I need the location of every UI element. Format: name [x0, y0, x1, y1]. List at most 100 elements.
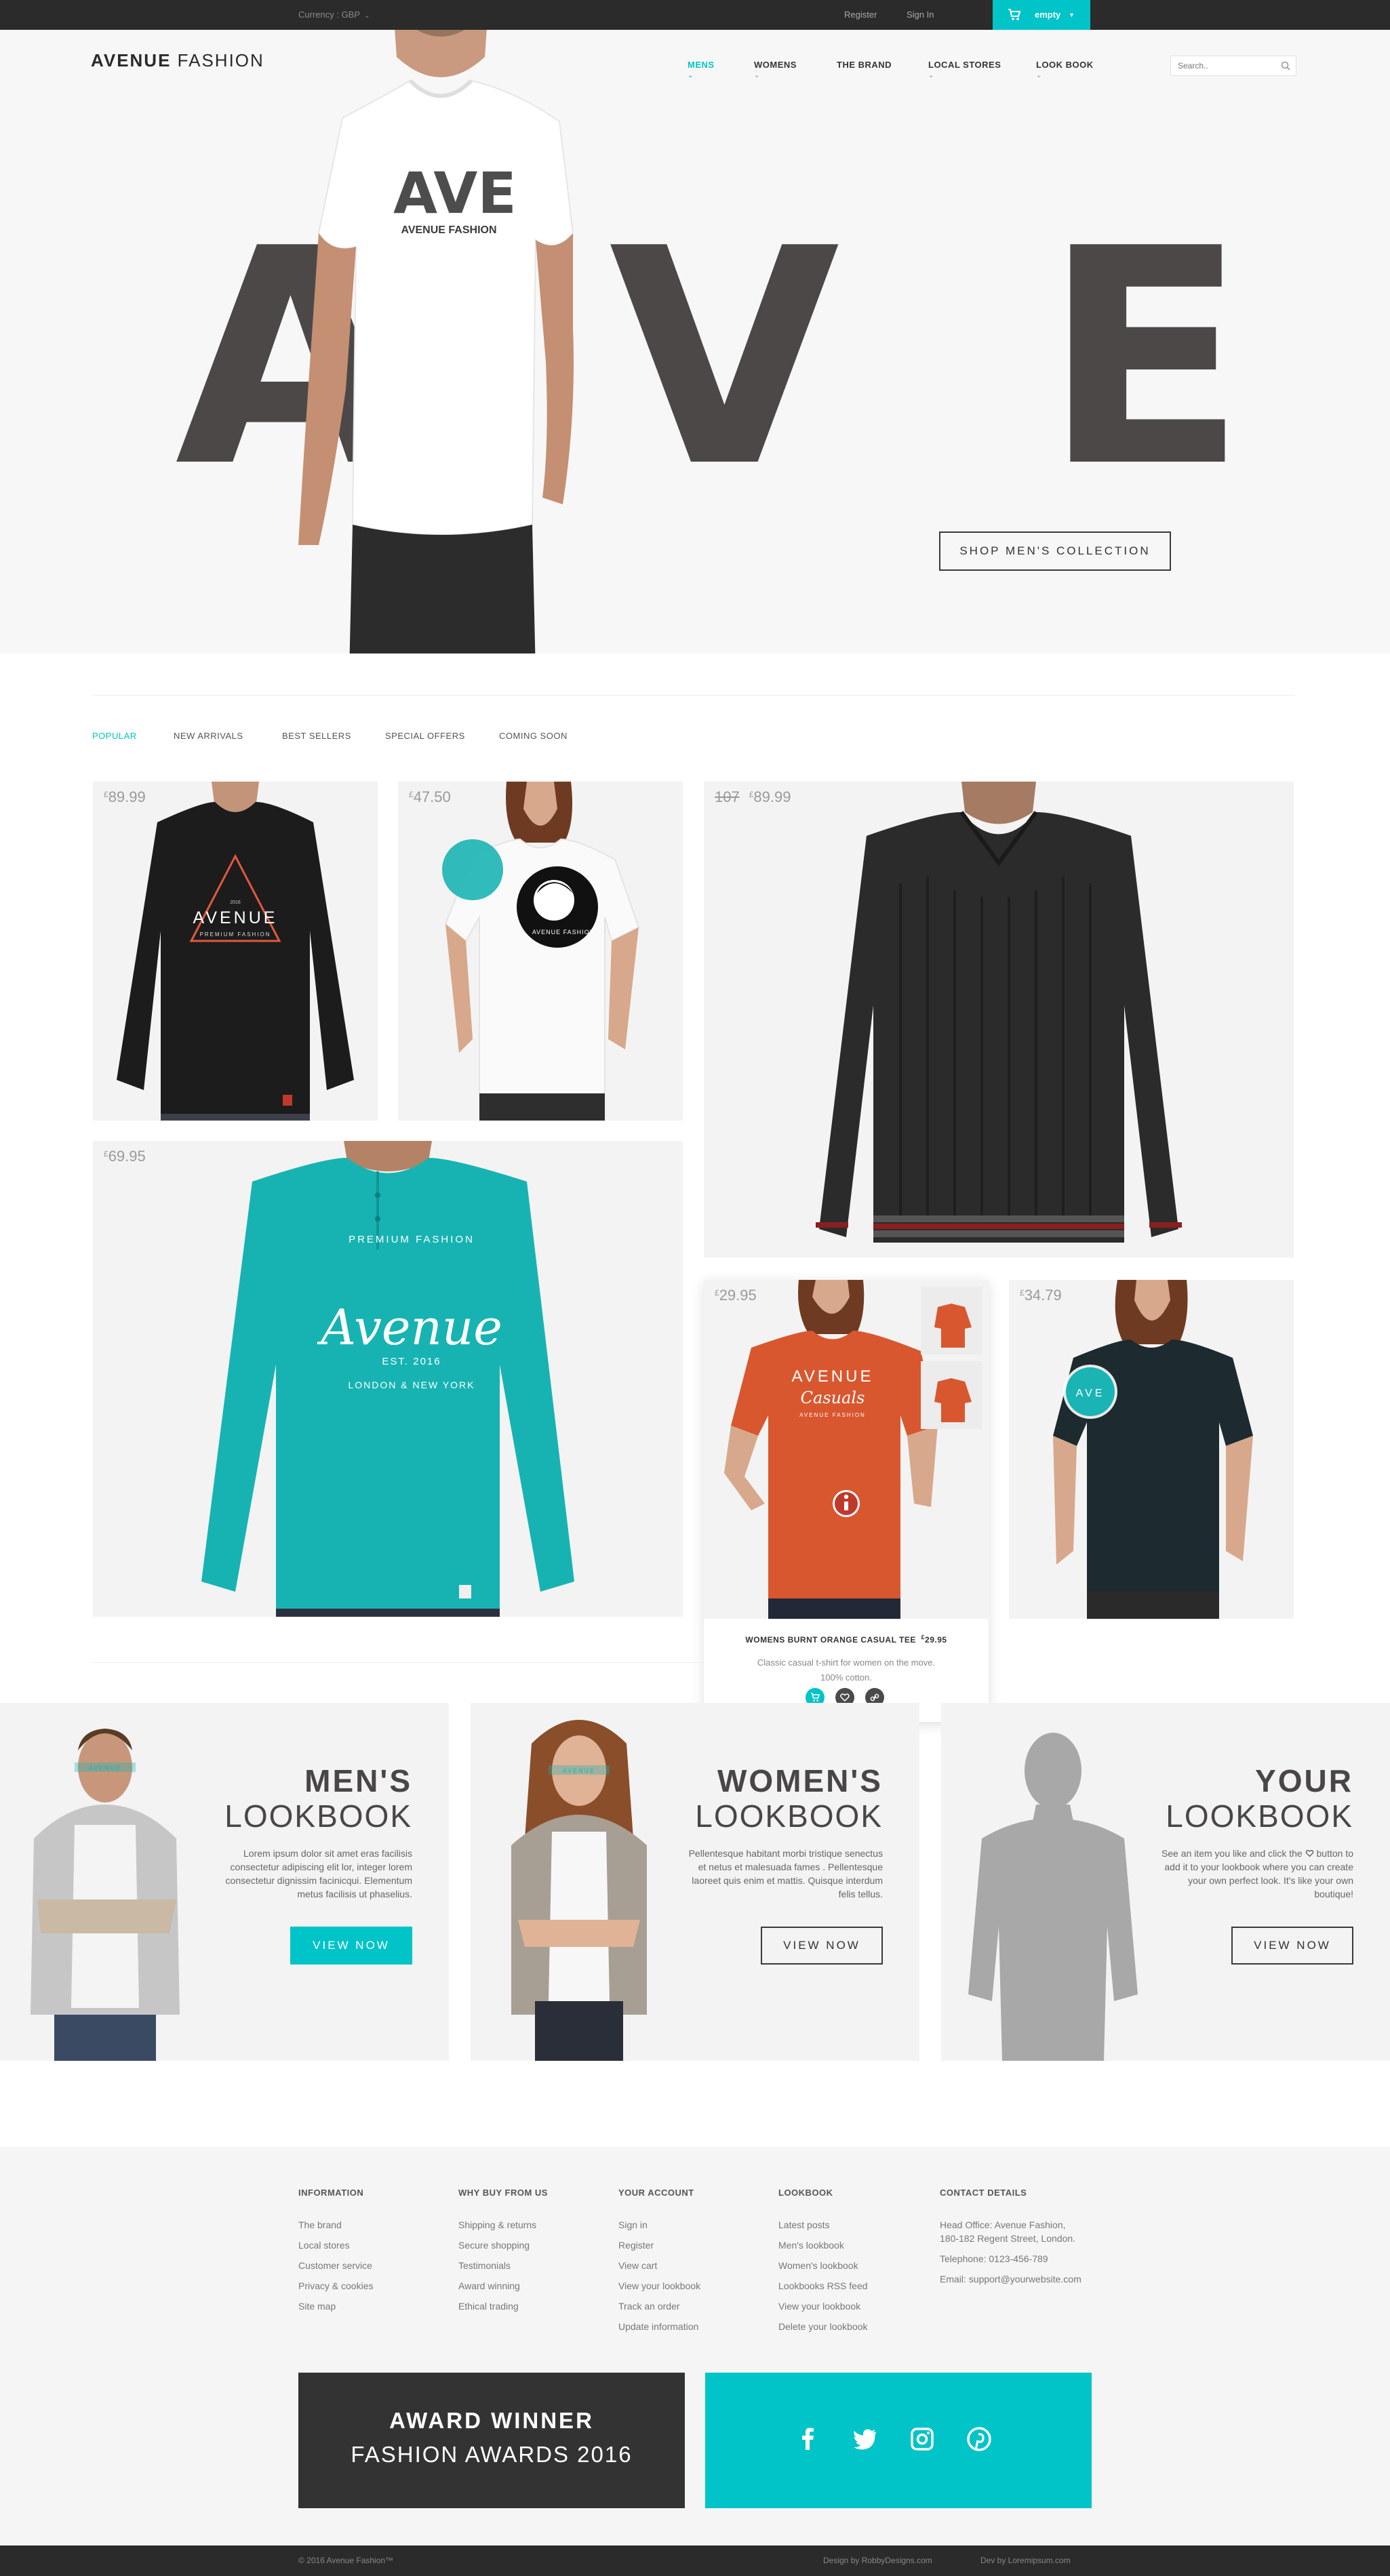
footer-link[interactable]: View your lookbook — [618, 2279, 774, 2299]
hero-letter: E — [1043, 185, 1247, 532]
womens-lookbook-panel: AVENUE WOMEN'S LOOKBOOK Pellentesque hab… — [471, 1703, 919, 2061]
tab-best-sellers[interactable]: BEST SELLERS — [282, 731, 351, 741]
bottom-bar: © 2016 Avenue Fashion™ Design by RobbyDe… — [0, 2545, 1390, 2576]
nav-label: WOMENS — [754, 60, 797, 70]
product-image: PREMIUM FASHION Avenue EST. 2016 LONDON … — [201, 1141, 574, 1617]
product-card[interactable]: 2016 AVENUE PREMIUM FASHION £89.99 — [93, 782, 378, 1121]
print-badge: AVE — [1076, 1388, 1105, 1399]
womens-view-now-button[interactable]: VIEW NOW — [761, 1927, 883, 1965]
your-lookbook-view-now-button[interactable]: VIEW NOW — [1231, 1927, 1353, 1965]
contact-email-link[interactable]: Email: support@yourwebsite.com — [940, 2272, 1116, 2286]
top-bar: Currency : GBP ⌄ Register Sign In empty ▼ — [0, 0, 1390, 30]
search-input[interactable] — [1171, 56, 1273, 75]
product-image — [816, 782, 1182, 1243]
product-card[interactable]: AVENUE FASHION £47.50 — [398, 782, 683, 1121]
hero-letter: V — [609, 185, 840, 532]
instagram-icon[interactable] — [909, 2426, 936, 2453]
currency-label: Currency : GBP — [298, 9, 361, 20]
footer-link[interactable]: Latest posts — [778, 2218, 934, 2238]
footer-heading: INFORMATION — [298, 2188, 364, 2198]
footer-link[interactable]: Local stores — [298, 2238, 454, 2259]
nav-label: LOOK BOOK — [1036, 60, 1094, 70]
nav-label: LOCAL STORES — [928, 60, 1001, 70]
chevron-down-icon: ⌄ — [1036, 72, 1042, 79]
old-price: 107 — [715, 788, 740, 805]
footer-link[interactable]: Ethical trading — [458, 2299, 614, 2320]
lookbook-title: YOUR — [1255, 1763, 1353, 1798]
facebook-icon[interactable] — [795, 2426, 822, 2453]
your-lookbook-panel: YOUR LOOKBOOK See an item you like and c… — [941, 1703, 1390, 2061]
product-card[interactable]: PREMIUM FASHION Avenue EST. 2016 LONDON … — [93, 1141, 683, 1617]
currency-selector[interactable]: Currency : GBP ⌄ — [298, 0, 370, 30]
footer-link[interactable]: Sign in — [618, 2218, 774, 2238]
product-title[interactable]: WOMENS BURNT ORANGE CASUAL TEE £29.95 — [704, 1634, 989, 1645]
footer-link[interactable]: Customer service — [298, 2259, 454, 2279]
link-icon — [870, 1693, 879, 1702]
design-credit-link[interactable]: Design by RobbyDesigns.com — [823, 2545, 932, 2576]
award-banner: AWARD WINNER FASHION AWARDS 2016 — [298, 2373, 685, 2508]
award-title: AWARD WINNER — [389, 2408, 594, 2433]
search-icon[interactable] — [1281, 61, 1290, 71]
footer-link[interactable]: Men's lookbook — [778, 2238, 934, 2259]
lookbook-subtitle: LOOKBOOK — [695, 1798, 883, 1834]
nav-item-look-book[interactable]: LOOK BOOK ⌄ — [1036, 60, 1094, 79]
footer-link[interactable]: Track an order — [618, 2299, 774, 2320]
footer-link[interactable]: Register — [618, 2238, 774, 2259]
heart-icon — [1305, 1850, 1313, 1857]
tab-popular[interactable]: POPULAR — [92, 731, 137, 741]
footer-link[interactable]: Privacy & cookies — [298, 2279, 454, 2299]
footer-link[interactable]: Testimonials — [458, 2259, 614, 2279]
lookbook-subtitle: LOOKBOOK — [1166, 1798, 1353, 1834]
footer-link[interactable]: Secure shopping — [458, 2238, 614, 2259]
lookbook-text: Lorem ipsum dolor sit amet eras facilisi… — [225, 1848, 412, 1899]
footer-link[interactable]: Shipping & returns — [458, 2218, 614, 2238]
contact-address: Head Office: Avenue Fashion, — [940, 2219, 1066, 2230]
footer-link[interactable]: Delete your lookbook — [778, 2320, 934, 2340]
footer-link[interactable]: The brand — [298, 2218, 454, 2238]
tab-special-offers[interactable]: SPECIAL OFFERS — [385, 731, 465, 741]
product-card[interactable]: 107 £89.99 — [704, 782, 1294, 1257]
cart-button[interactable]: empty ▼ — [993, 0, 1090, 30]
nav-item-womens[interactable]: WOMENS ⌄ — [754, 60, 797, 79]
product-card[interactable]: AVE £34.79 — [1009, 1280, 1294, 1619]
print-est: EST. 2016 — [382, 1356, 441, 1367]
mens-lookbook-panel: AVENUE MEN'S LOOKBOOK Lorem ipsum dolor … — [0, 1703, 449, 2061]
footer-heading: LOOKBOOK — [778, 2188, 833, 2198]
footer-link[interactable]: Site map — [298, 2299, 454, 2320]
nav-item-the-brand[interactable]: THE BRAND — [837, 60, 892, 70]
print-text: AVENUE FASHION — [532, 929, 595, 935]
cart-status: empty — [1035, 9, 1061, 20]
product-quickview-card[interactable]: AVENUE Casuals AVENUE FASHION £29.95 WOM… — [704, 1280, 989, 1722]
footer-link[interactable]: View cart — [618, 2259, 774, 2279]
pinterest-icon[interactable] — [966, 2426, 993, 2453]
footer-link[interactable]: Lookbooks RSS feed — [778, 2279, 934, 2299]
contact-address: 180-182 Regent Street, London. — [940, 2233, 1076, 2244]
lookbook-title: WOMEN'S — [717, 1763, 883, 1798]
product-image: AVE — [1053, 1280, 1253, 1619]
lookbook-figure-tag: AVENUE — [563, 1767, 595, 1774]
product-image: AVENUE Casuals AVENUE FASHION £29.95 — [704, 1280, 989, 1619]
section-divider — [92, 695, 1295, 696]
footer-link[interactable]: Award winning — [458, 2279, 614, 2299]
footer-link[interactable]: View your lookbook — [778, 2299, 934, 2320]
footer-link[interactable]: Women's lookbook — [778, 2259, 934, 2279]
register-link[interactable]: Register — [844, 0, 877, 30]
logo-bold: AVENUE — [91, 50, 172, 71]
tab-new-arrivals[interactable]: NEW ARRIVALS — [174, 731, 243, 741]
footer-link[interactable]: Update information — [618, 2320, 774, 2340]
product-image-art: AVENUE Casuals AVENUE FASHION — [724, 1280, 982, 1619]
shop-mens-collection-button[interactable]: SHOP MEN'S COLLECTION — [939, 531, 1171, 571]
lookbook-model-image: AVENUE — [511, 1720, 647, 2061]
section-divider — [92, 1662, 702, 1663]
nav-item-local-stores[interactable]: LOCAL STORES ⌄ — [928, 60, 1001, 79]
twitter-icon[interactable] — [852, 2426, 879, 2453]
mens-view-now-button[interactable]: VIEW NOW — [290, 1927, 412, 1965]
site-logo[interactable]: AVENUE FASHION — [91, 50, 264, 71]
tab-coming-soon[interactable]: COMING SOON — [499, 731, 568, 741]
heart-icon — [840, 1693, 850, 1702]
chevron-down-icon: ▼ — [1069, 12, 1075, 18]
dev-credit-link[interactable]: Dev by Loremipsum.com — [980, 2545, 1071, 2576]
sign-in-link[interactable]: Sign In — [907, 0, 934, 30]
nav-item-mens[interactable]: MENS ⌄ — [688, 60, 715, 79]
product-price: £69.95 — [104, 1148, 146, 1165]
